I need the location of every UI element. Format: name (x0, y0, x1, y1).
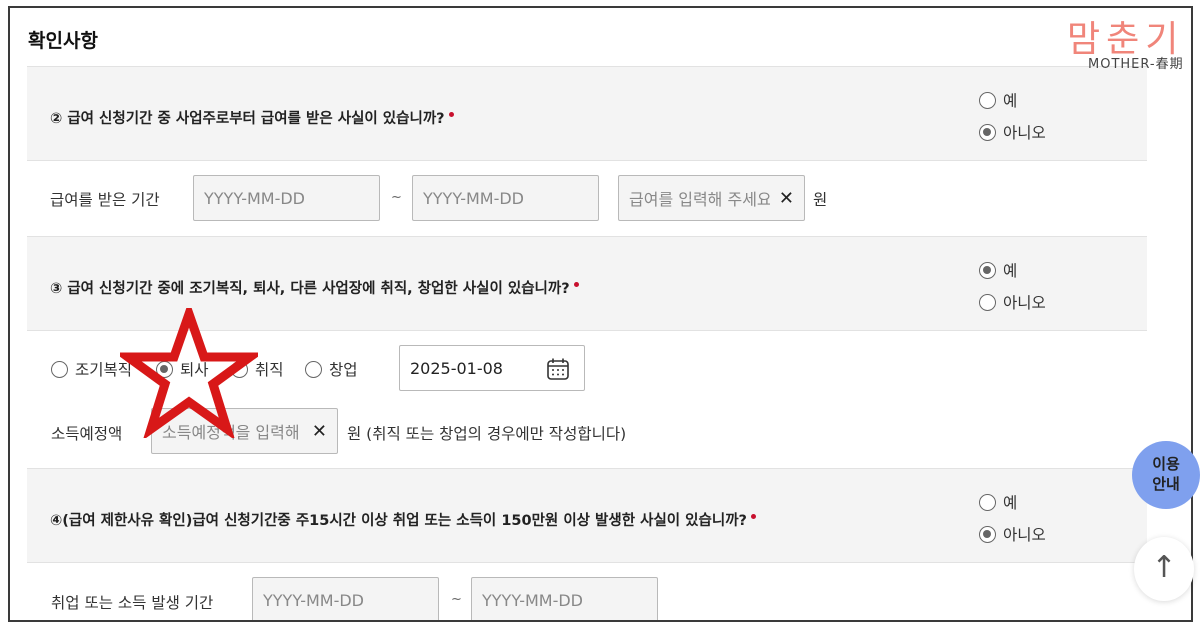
wage-amount-input[interactable]: 급여를 입력해 주세요 ✕ (618, 175, 805, 221)
radio-no[interactable] (979, 123, 996, 141)
q4-option-no[interactable]: 아니오 (979, 523, 1046, 545)
event-option-startup[interactable]: 창업 (305, 358, 358, 380)
clear-icon[interactable]: ✕ (312, 421, 327, 442)
employment-period-label: 취업 또는 소득 발생 기간 (51, 594, 214, 612)
arrow-up-icon: ↑ (1151, 550, 1177, 585)
section-title: 확인사항 (28, 30, 98, 52)
employment-to-input[interactable]: YYYY-MM-DD (471, 577, 658, 620)
radio-no[interactable] (979, 525, 996, 543)
radio-startup[interactable] (305, 360, 322, 378)
tilde: ~ (451, 592, 462, 607)
radio-yes[interactable] (979, 91, 996, 109)
q2-option-no[interactable]: 아니오 (979, 121, 1046, 143)
income-label: 소득예정액 (51, 425, 123, 443)
radio-yes[interactable] (979, 261, 996, 279)
wage-from-input[interactable]: YYYY-MM-DD (193, 175, 380, 221)
event-date-input[interactable]: 2025-01-08 (399, 345, 585, 391)
income-note: 원 (취직 또는 창업의 경우에만 작성합니다) (347, 425, 627, 443)
radio-early-return[interactable] (51, 360, 68, 378)
radio-yes[interactable] (979, 493, 996, 511)
radio-no[interactable] (979, 293, 996, 311)
scroll-top-button[interactable]: ↑ (1134, 537, 1194, 601)
logo-subtitle: MOTHER-春期 (1088, 57, 1184, 72)
question-2-text: ② 급여 신청기간 중 사업주로부터 급여를 받은 사실이 있습니까? (50, 107, 454, 128)
question-2-row: ② 급여 신청기간 중 사업주로부터 급여를 받은 사실이 있습니까? 예 아니… (27, 66, 1147, 161)
q3-option-yes[interactable]: 예 (979, 259, 1017, 281)
highlight-star-icon (120, 308, 258, 438)
required-mark (573, 282, 579, 287)
wage-to-input[interactable]: YYYY-MM-DD (412, 175, 599, 221)
q2-option-yes[interactable]: 예 (979, 89, 1017, 111)
question-4-row: ④(급여 제한사유 확인)급여 신청기간중 주15시간 이상 취업 또는 소득이… (27, 468, 1147, 563)
application-frame: 확인사항 ② 급여 신청기간 중 사업주로부터 급여를 받은 사실이 있습니까?… (8, 6, 1193, 622)
q4-option-yes[interactable]: 예 (979, 491, 1017, 513)
help-guide-button[interactable]: 이용 안내 (1132, 441, 1200, 509)
calendar-icon[interactable] (546, 357, 570, 381)
tilde: ~ (391, 190, 402, 205)
required-mark (750, 514, 756, 519)
wage-period-label: 급여를 받은 기간 (50, 191, 160, 209)
q3-option-no[interactable]: 아니오 (979, 291, 1046, 313)
wage-unit: 원 (813, 191, 828, 209)
question-3-text: ③ 급여 신청기간 중에 조기복직, 퇴사, 다른 사업장에 취직, 창업한 사… (50, 277, 579, 298)
question-4-text: ④(급여 제한사유 확인)급여 신청기간중 주15시간 이상 취업 또는 소득이… (50, 509, 756, 530)
clear-icon[interactable]: ✕ (779, 188, 794, 209)
employment-from-input[interactable]: YYYY-MM-DD (252, 577, 439, 620)
required-mark (448, 112, 454, 117)
